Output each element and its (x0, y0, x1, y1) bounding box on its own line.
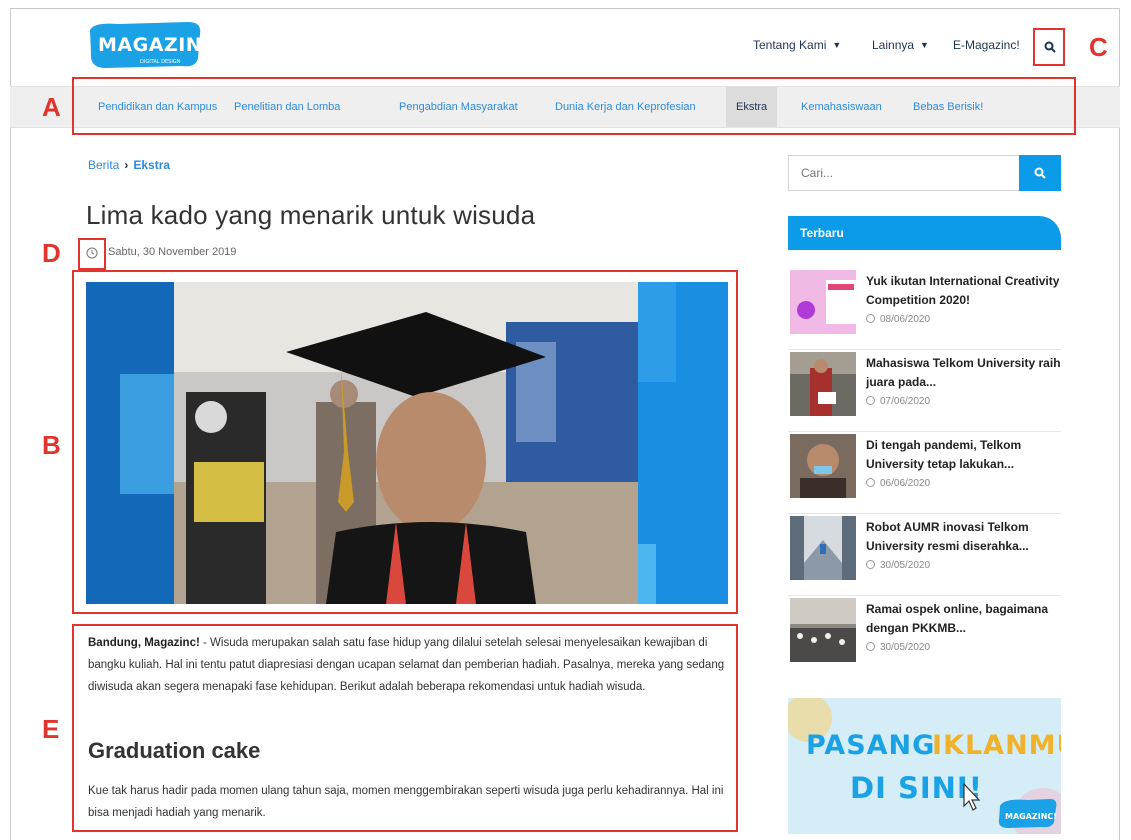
ad-text-pasang: PASANG (806, 730, 935, 761)
search-icon (1034, 167, 1046, 179)
nav-lainnya[interactable]: Lainnya ▼ (872, 38, 929, 52)
top-navigation: Tentang Kami ▼ Lainnya ▼ E-Magazinc! (0, 38, 1131, 58)
clock-icon (866, 478, 875, 487)
annotation-box-c (1033, 28, 1065, 66)
article-date: Sabtu, 30 November 2019 (108, 246, 237, 258)
nav-tentang-kami[interactable]: Tentang Kami ▼ (753, 38, 841, 52)
logo-tagline: DIGITAL DESIGN (140, 59, 181, 65)
news-thumbnail (790, 516, 856, 580)
clock-icon (866, 642, 875, 651)
news-date: 06/06/2020 (866, 478, 930, 489)
news-thumbnail (790, 598, 856, 662)
news-date: 07/06/2020 (866, 396, 930, 407)
latest-news-item[interactable]: Mahasiswa Telkom University raih juara p… (788, 352, 1061, 432)
annotation-box-b (72, 270, 738, 614)
article-title: Lima kado yang menarik untuk wisuda (86, 200, 536, 230)
news-thumbnail (790, 270, 856, 334)
clock-icon (866, 314, 875, 323)
breadcrumb-current[interactable]: Ekstra (133, 158, 170, 172)
chevron-right-icon: › (124, 158, 129, 172)
chevron-down-icon: ▼ (832, 40, 842, 50)
sidebar-search-input[interactable] (789, 156, 1019, 190)
sidebar-search-button[interactable] (1019, 155, 1061, 191)
latest-news-item[interactable]: Di tengah pandemi, Telkom University tet… (788, 434, 1061, 514)
news-title[interactable]: Robot AUMR inovasi Telkom University res… (866, 518, 1061, 556)
annotation-label-b: B (42, 430, 61, 460)
ad-banner[interactable]: PASANG IKLANMU DI SINI! MAGAZINC! (788, 698, 1061, 834)
latest-heading: Terbaru (788, 216, 1061, 250)
breadcrumb: Berita › Ekstra (88, 158, 170, 172)
clock-icon (866, 560, 875, 569)
annotation-label-d: D (42, 238, 61, 268)
ad-text-iklanmu: IKLANMU (932, 730, 1061, 761)
news-thumbnail (790, 352, 856, 416)
ad-badge-text: MAGAZINC! (1005, 812, 1057, 821)
annotation-label-e: E (42, 714, 60, 744)
annotation-label-a: A (42, 92, 61, 122)
nav-e-magazinc[interactable]: E-Magazinc! (953, 38, 1020, 52)
annotation-box-a (72, 77, 1076, 135)
news-date: 30/05/2020 (866, 642, 930, 653)
annotation-label-c: C (1089, 32, 1108, 62)
clock-icon (866, 396, 875, 405)
news-thumbnail (790, 434, 856, 498)
news-title[interactable]: Yuk ikutan International Creativity Comp… (866, 272, 1061, 310)
annotation-box-e (72, 624, 738, 832)
news-title[interactable]: Di tengah pandemi, Telkom University tet… (866, 436, 1061, 474)
news-date: 08/06/2020 (866, 314, 930, 325)
news-title[interactable]: Mahasiswa Telkom University raih juara p… (866, 354, 1061, 392)
breadcrumb-root[interactable]: Berita (88, 158, 119, 172)
news-title[interactable]: Ramai ospek online, bagaimana dengan PKK… (866, 600, 1061, 638)
latest-news-item[interactable]: Yuk ikutan International Creativity Comp… (788, 270, 1061, 350)
news-date: 30/05/2020 (866, 560, 930, 571)
latest-news-item[interactable]: Ramai ospek online, bagaimana dengan PKK… (788, 598, 1061, 678)
latest-news-item[interactable]: Robot AUMR inovasi Telkom University res… (788, 516, 1061, 596)
annotation-box-d (78, 238, 106, 270)
chevron-down-icon: ▼ (920, 40, 929, 50)
sidebar-search (788, 155, 1061, 191)
ad-text-disini: DI SINI! (850, 771, 983, 805)
